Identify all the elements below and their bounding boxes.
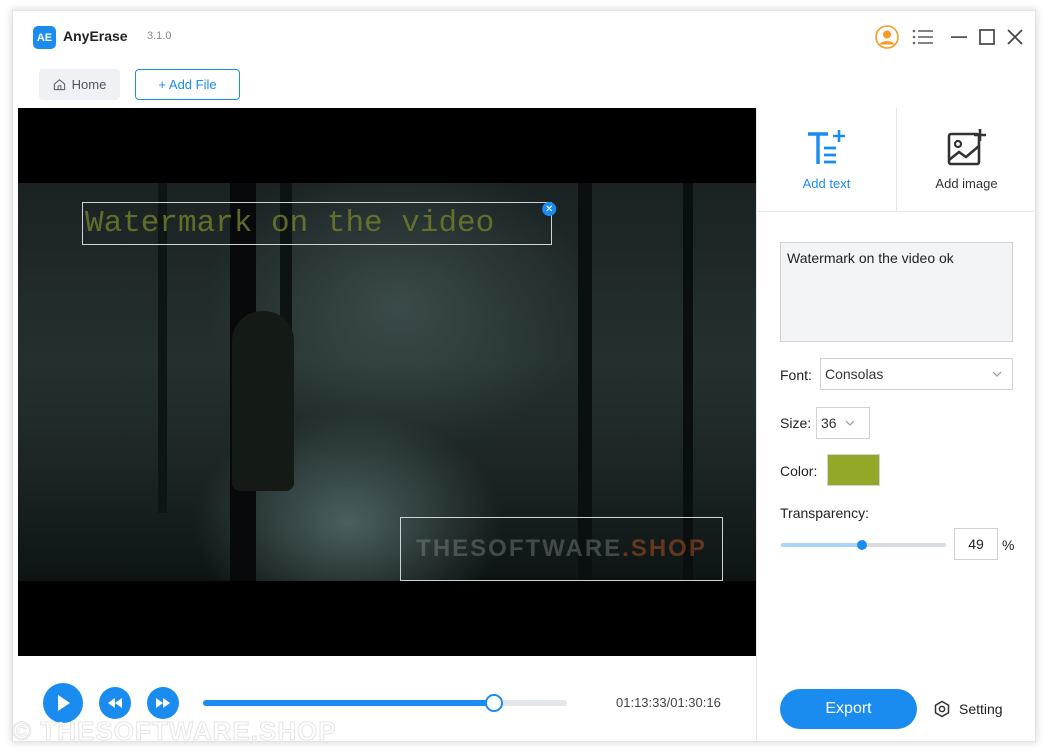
- logo-watermark: THESOFTWARE.SHOP: [416, 535, 707, 562]
- add-text-icon: [807, 130, 845, 164]
- fast-forward-button[interactable]: [147, 687, 179, 719]
- font-select[interactable]: Consolas: [820, 358, 1013, 390]
- font-label: Font:: [780, 367, 812, 383]
- add-file-button[interactable]: + Add File: [135, 69, 240, 100]
- setting-label: Setting: [959, 701, 1003, 717]
- transparency-label: Transparency:: [780, 505, 869, 521]
- title-bar: AE AnyErase 3.1.0: [13, 11, 1035, 63]
- export-button[interactable]: Export: [780, 689, 917, 729]
- transparency-slider[interactable]: [781, 540, 946, 550]
- site-watermark: © THESOFTWARE.SHOP: [12, 716, 337, 747]
- text-watermark-box[interactable]: Watermark on the video ✕: [82, 202, 557, 245]
- gear-icon: [934, 700, 950, 718]
- play-icon: [58, 695, 70, 711]
- size-label: Size:: [780, 415, 812, 431]
- rewind-icon: [108, 698, 122, 708]
- fast-forward-icon: [156, 698, 170, 708]
- video-preview[interactable]: Watermark on the video ✕ THESOFTWARE.SHO…: [18, 108, 756, 656]
- app-logo: AE: [33, 26, 56, 49]
- app-name: AnyErase: [63, 28, 128, 44]
- home-button[interactable]: Home: [39, 69, 120, 100]
- color-swatch[interactable]: [827, 454, 880, 486]
- figure-silhouette: [232, 311, 294, 491]
- text-watermark: Watermark on the video: [85, 206, 495, 241]
- tools-divider: [757, 211, 1036, 212]
- playback-progress-thumb[interactable]: [485, 694, 504, 712]
- add-text-tab[interactable]: Add text: [757, 108, 896, 211]
- chevron-down-icon: [992, 371, 1002, 377]
- maximize-icon[interactable]: [974, 24, 1000, 50]
- transparency-slider-thumb[interactable]: [856, 540, 867, 550]
- transparency-slider-fill: [781, 543, 862, 547]
- percent-label: %: [1002, 537, 1015, 553]
- home-label: Home: [71, 77, 107, 92]
- user-icon[interactable]: [874, 24, 900, 50]
- app-window: AE AnyErase 3.1.0 Home + Add File Waterm…: [12, 10, 1036, 743]
- close-icon[interactable]: [1002, 24, 1028, 50]
- size-select[interactable]: 36: [816, 407, 870, 439]
- home-icon: [53, 79, 65, 91]
- time-display: 01:13:33/01:30:16: [616, 695, 721, 710]
- transparency-input[interactable]: 49: [954, 528, 998, 560]
- add-image-label: Add image: [935, 176, 998, 191]
- font-value: Consolas: [825, 366, 884, 382]
- logo-watermark-box[interactable]: THESOFTWARE.SHOP: [400, 517, 723, 581]
- size-value: 36: [821, 415, 837, 431]
- playback-progress-fill: [203, 700, 495, 706]
- chevron-down-icon: [845, 420, 855, 426]
- color-label: Color:: [780, 463, 818, 479]
- add-image-icon: [947, 129, 986, 166]
- menu-icon[interactable]: [910, 24, 936, 50]
- watermark-text-input[interactable]: Watermark on the video ok: [780, 242, 1013, 342]
- minimize-icon[interactable]: [946, 24, 972, 50]
- setting-button[interactable]: Setting: [933, 697, 1003, 721]
- add-image-tab[interactable]: Add image: [897, 108, 1036, 211]
- playback-progress-bar[interactable]: [203, 694, 567, 712]
- rewind-button[interactable]: [99, 687, 131, 719]
- remove-watermark-icon[interactable]: ✕: [542, 202, 557, 216]
- app-version: 3.1.0: [147, 30, 172, 42]
- add-text-label: Add text: [802, 176, 851, 191]
